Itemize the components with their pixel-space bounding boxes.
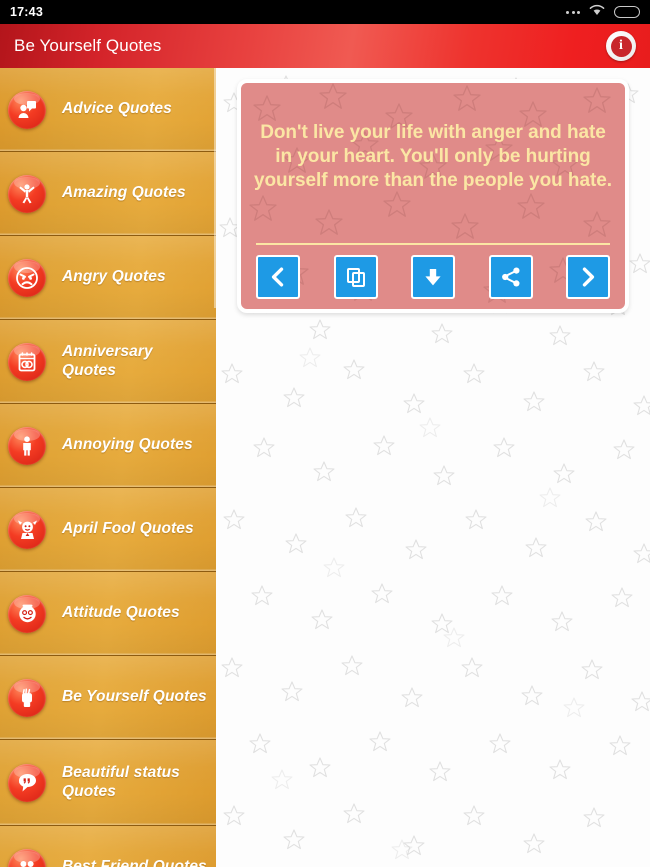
- content-area: Advice Quotes Amazing Quotes Angry Quote…: [0, 68, 650, 867]
- share-icon: [501, 267, 519, 287]
- sidebar-item-annoying-quotes[interactable]: Annoying Quotes: [0, 404, 216, 488]
- sidebar-item-best-friend-quotes[interactable]: Best Friend Quotes: [0, 826, 216, 867]
- quote-card: Don't live your life with anger and hate…: [237, 79, 629, 313]
- sidebar-item-label: Best Friend Quotes: [62, 858, 207, 867]
- person-standing-icon: [8, 426, 46, 465]
- sidebar-item-label: Be Yourself Quotes: [62, 688, 207, 706]
- sidebar-item-label: Amazing Quotes: [62, 184, 186, 202]
- friends-icon: [8, 848, 46, 867]
- sidebar-item-april-fool-quotes[interactable]: April Fool Quotes: [0, 488, 216, 572]
- next-button[interactable]: [566, 255, 610, 299]
- sidebar-item-label: Anniversary Quotes: [62, 343, 153, 379]
- person-cheering-icon: [8, 174, 46, 213]
- chevron-right-icon: [582, 267, 595, 287]
- sidebar-item-label: Advice Quotes: [62, 100, 172, 118]
- calendar-rings-icon: [8, 342, 46, 381]
- copy-icon: [346, 268, 365, 287]
- sidebar-item-advice-quotes[interactable]: Advice Quotes: [0, 68, 216, 152]
- quote-actions: [256, 245, 610, 309]
- status-clock: 17:43: [10, 5, 43, 19]
- sidebar-item-beautiful-status-quotes[interactable]: Beautiful status Quotes: [0, 740, 216, 826]
- category-sidebar[interactable]: Advice Quotes Amazing Quotes Angry Quote…: [0, 68, 216, 867]
- sidebar-item-be-yourself-quotes[interactable]: Be Yourself Quotes: [0, 656, 216, 740]
- sidebar-item-angry-quotes[interactable]: Angry Quotes: [0, 236, 216, 320]
- status-icons: [566, 3, 640, 21]
- copy-button[interactable]: [333, 255, 378, 299]
- app-root: 17:43 Be Yourself Quotes i Advice Quotes…: [0, 0, 650, 867]
- page-title: Be Yourself Quotes: [14, 36, 162, 55]
- info-button[interactable]: i: [606, 31, 636, 61]
- previous-button[interactable]: [256, 255, 300, 299]
- ellipsis-icon: [566, 10, 580, 14]
- quote-panel: Don't live your life with anger and hate…: [216, 68, 650, 867]
- sidebar-item-label: Beautiful status Quotes: [62, 764, 180, 800]
- person-speech-bubble-icon: [8, 90, 46, 129]
- quote-text: Don't live your life with anger and hate…: [253, 122, 613, 191]
- raised-fist-icon: [8, 678, 46, 717]
- sidebar-item-amazing-quotes[interactable]: Amazing Quotes: [0, 152, 216, 236]
- jester-face-icon: [8, 510, 46, 549]
- info-icon: i: [610, 35, 632, 57]
- quote-bubble-icon: [8, 763, 46, 802]
- smiley-face-icon: [8, 594, 46, 633]
- app-header: Be Yourself Quotes i: [0, 24, 650, 68]
- sidebar-item-anniversary-quotes[interactable]: Anniversary Quotes: [0, 320, 216, 404]
- wifi-icon: [589, 3, 605, 21]
- sidebar-item-label: Angry Quotes: [62, 268, 166, 286]
- download-arrow-icon: [425, 269, 441, 286]
- status-bar: 17:43: [0, 0, 650, 24]
- chevron-left-icon: [271, 267, 284, 287]
- sidebar-item-label: Attitude Quotes: [62, 604, 180, 622]
- battery-icon: [614, 6, 640, 18]
- sidebar-item-attitude-quotes[interactable]: Attitude Quotes: [0, 572, 216, 656]
- sidebar-item-label: Annoying Quotes: [62, 436, 193, 454]
- share-button[interactable]: [488, 255, 533, 299]
- angry-face-icon: [8, 258, 46, 297]
- sidebar-item-label: April Fool Quotes: [62, 520, 194, 538]
- download-button[interactable]: [411, 255, 455, 299]
